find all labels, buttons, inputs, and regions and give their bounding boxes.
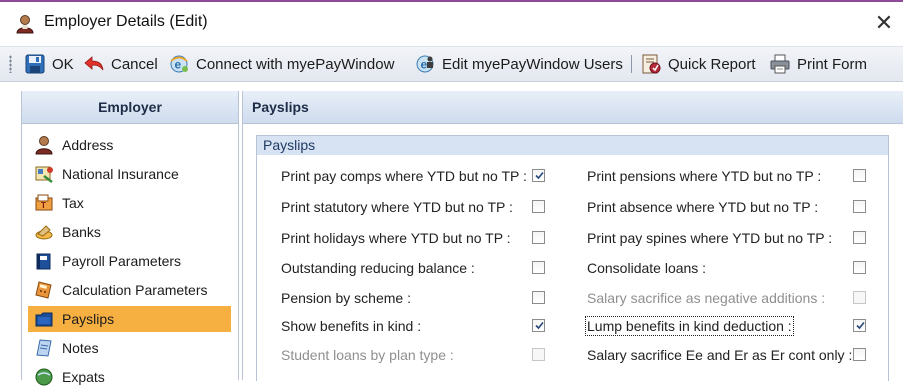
title-bar: Employer Details (Edit) ✕: [0, 2, 903, 44]
globe-icon: [35, 368, 53, 386]
pension-by-scheme-checkbox[interactable]: [532, 291, 545, 304]
svg-text:T: T: [41, 201, 46, 210]
quick-report-label: Quick Report: [668, 55, 756, 73]
salary-sacrifice-negative-additions-checkbox[interactable]: [853, 291, 866, 304]
option-label: Lump benefits in kind deduction :: [585, 316, 794, 336]
save-icon: [25, 54, 45, 74]
consolidate-loans-checkbox[interactable]: [853, 261, 866, 274]
lump-benefits-in-kind-deduction-checkbox[interactable]: [853, 319, 866, 332]
payslips-group: Payslips Print pay comps where YTD but n…: [256, 135, 889, 381]
svg-text:e: e: [175, 58, 182, 72]
globe-e-icon: e: [170, 55, 188, 73]
globe-users-icon: e: [416, 55, 434, 73]
folder-icon: [35, 312, 53, 327]
toolbar-separator: [631, 55, 632, 73]
print-holidays-checkbox[interactable]: [532, 231, 545, 244]
option-label: Consolidate loans :: [587, 260, 707, 276]
print-absence-checkbox[interactable]: [853, 200, 866, 213]
option-label: Show benefits in kind :: [281, 318, 422, 334]
checkmark-icon: [535, 171, 544, 180]
option-label: Print pay comps where YTD but no TP :: [281, 168, 527, 184]
sidebar-item-label: Notes: [62, 340, 99, 356]
ok-button-label: OK: [52, 55, 74, 73]
print-statutory-checkbox[interactable]: [532, 200, 545, 213]
option-label: Print statutory where YTD but no TP :: [281, 199, 513, 215]
option-label: Print absence where YTD but no TP :: [587, 199, 819, 215]
cancel-button-label: Cancel: [111, 55, 158, 73]
sidebar-item-calculation-parameters[interactable]: Calculation Parameters: [28, 277, 231, 303]
option-label: Print pensions where YTD but no TP :: [587, 168, 822, 184]
payslips-panel: Payslips Payslips Print pay comps where …: [242, 91, 903, 381]
print-pay-comps-checkbox[interactable]: [532, 169, 545, 182]
banks-icon: [35, 225, 53, 240]
cancel-button[interactable]: Cancel: [83, 51, 158, 77]
edit-myepaywindow-users-label: Edit myePayWindow Users: [442, 55, 623, 73]
sidebar-item-national-insurance[interactable]: National Insurance: [28, 161, 231, 187]
checkmark-icon: [856, 321, 865, 330]
panel-header: Payslips: [243, 91, 903, 124]
printer-icon: [770, 54, 790, 74]
ok-button[interactable]: OK: [24, 51, 74, 77]
sidebar-item-tax[interactable]: T Tax: [28, 190, 231, 216]
group-title: Payslips: [257, 136, 888, 155]
sidebar-item-label: Banks: [62, 224, 101, 240]
toolbar: OK Cancel e Connect with myePayWindow e: [0, 46, 903, 82]
tax-icon: T: [35, 194, 53, 211]
option-label: Pension by scheme :: [281, 290, 411, 306]
employer-sidebar: Employer Address National Insurance T Ta…: [21, 91, 239, 386]
sidebar-item-notes[interactable]: Notes: [28, 335, 231, 361]
report-icon: [642, 54, 661, 74]
option-label: Outstanding reducing balance :: [281, 260, 475, 276]
book-icon: [36, 253, 51, 270]
quick-report-button[interactable]: Quick Report: [640, 51, 756, 77]
sidebar-item-label: Payroll Parameters: [62, 253, 182, 269]
national-insurance-icon: [35, 166, 53, 183]
connect-myepaywindow-label: Connect with myePayWindow: [196, 55, 395, 73]
print-form-button[interactable]: Print Form: [769, 51, 867, 77]
employer-details-window: Employer Details (Edit) ✕ OK Cancel e Co…: [0, 0, 903, 386]
sidebar-item-label: Calculation Parameters: [62, 282, 208, 298]
sidebar-item-payslips[interactable]: Payslips: [28, 306, 231, 332]
edit-myepaywindow-users-button[interactable]: e Edit myePayWindow Users: [414, 51, 623, 77]
sidebar-item-address[interactable]: Address: [28, 132, 231, 158]
window-title: Employer Details (Edit): [44, 13, 208, 30]
person-icon: [16, 15, 34, 34]
outstanding-reducing-balance-checkbox[interactable]: [532, 261, 545, 274]
option-label: Print pay spines where YTD but no TP :: [587, 230, 833, 246]
student-loans-by-plan-type-checkbox[interactable]: [532, 348, 545, 361]
option-label: Salary sacrifice Ee and Er as Er cont on…: [587, 347, 853, 363]
option-label: Print holidays where YTD but no TP :: [281, 230, 511, 246]
salary-sacrifice-ee-er-checkbox[interactable]: [853, 348, 866, 361]
notes-icon: [36, 339, 52, 357]
connect-myepaywindow-button[interactable]: e Connect with myePayWindow: [168, 51, 394, 77]
option-label: Student loans by plan type :: [281, 347, 454, 363]
person-icon: [35, 136, 53, 155]
sidebar-item-payroll-parameters[interactable]: Payroll Parameters: [28, 248, 231, 274]
sidebar-header: Employer: [22, 91, 238, 124]
sidebar-item-label: Payslips: [62, 311, 115, 327]
sidebar-item-label: National Insurance: [62, 166, 179, 182]
svg-text:e: e: [421, 58, 428, 72]
sidebar-item-label: Expats: [62, 369, 105, 385]
checkmark-icon: [535, 321, 544, 330]
calculator-icon: [35, 281, 52, 299]
option-label: Salary sacrifice as negative additions :: [587, 290, 826, 306]
print-pay-spines-checkbox[interactable]: [853, 231, 866, 244]
print-pensions-checkbox[interactable]: [853, 169, 866, 182]
sidebar-item-label: Tax: [62, 195, 84, 211]
sidebar-item-expats[interactable]: Expats: [28, 364, 231, 390]
close-icon[interactable]: ✕: [873, 8, 895, 38]
print-form-label: Print Form: [797, 55, 868, 73]
undo-arrow-icon: [84, 56, 104, 71]
sidebar-item-label: Address: [62, 137, 114, 153]
show-benefits-in-kind-checkbox[interactable]: [532, 319, 545, 332]
sidebar-item-banks[interactable]: Banks: [28, 219, 231, 245]
toolbar-grip[interactable]: [9, 55, 12, 73]
